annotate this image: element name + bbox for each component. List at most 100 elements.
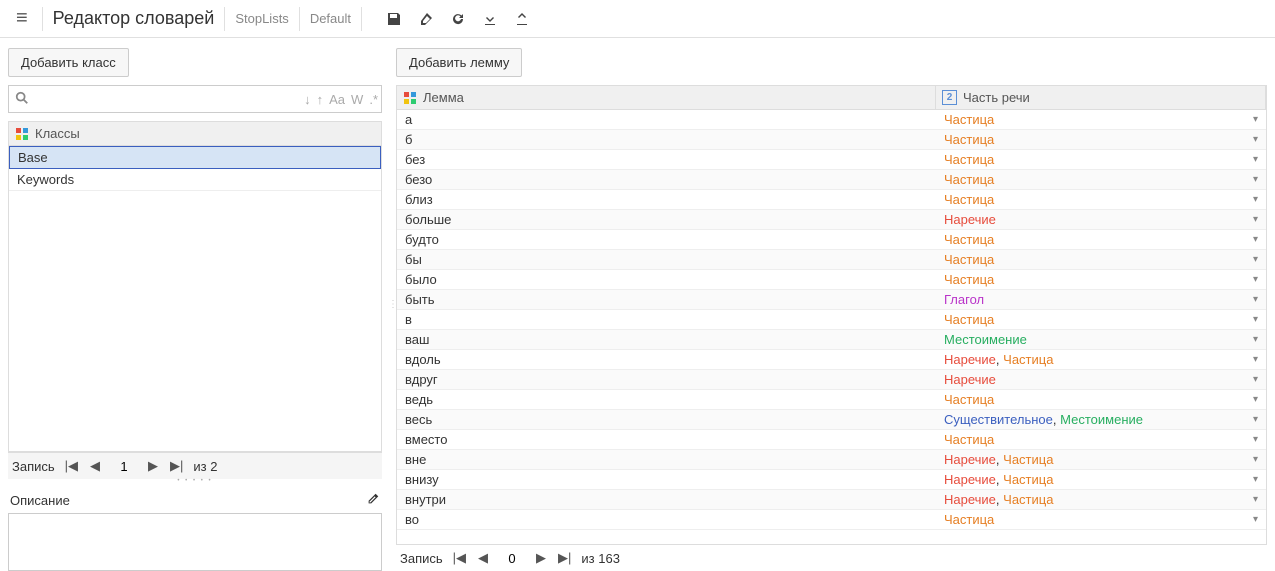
class-item[interactable]: Base — [9, 146, 381, 169]
lemma-row[interactable]: быЧастица▾ — [397, 250, 1266, 270]
chevron-down-icon[interactable]: ▾ — [1253, 454, 1258, 465]
pos-cell[interactable]: Частица▾ — [936, 230, 1266, 249]
description-box[interactable] — [8, 513, 382, 571]
pos-cell[interactable]: Наречие, Частица▾ — [936, 470, 1266, 489]
chevron-down-icon[interactable]: ▾ — [1253, 414, 1258, 425]
chevron-down-icon[interactable]: ▾ — [1253, 174, 1258, 185]
chevron-down-icon[interactable]: ▾ — [1253, 354, 1258, 365]
pager-next-icon[interactable]: ▶ — [146, 458, 160, 474]
pos-cell[interactable]: Наречие▾ — [936, 210, 1266, 229]
pos-cell[interactable]: Частица▾ — [936, 390, 1266, 409]
lemma-row[interactable]: безЧастица▾ — [397, 150, 1266, 170]
case-toggle[interactable]: Aa — [326, 92, 348, 107]
lemma-row[interactable]: весьСуществительное, Местоимение▾ — [397, 410, 1266, 430]
pos-cell[interactable]: Частица▾ — [936, 190, 1266, 209]
pager-current[interactable] — [110, 459, 138, 474]
lemma-row[interactable]: бытьГлагол▾ — [397, 290, 1266, 310]
add-class-button[interactable]: Добавить класс — [8, 48, 129, 77]
pager-prev-icon[interactable]: ◀ — [476, 550, 490, 566]
breadcrumb-item[interactable]: Default — [306, 11, 355, 26]
pos-cell[interactable]: Местоимение▾ — [936, 330, 1266, 349]
lemma-table-header: Лемма 2 Часть речи — [397, 86, 1266, 110]
pager-current[interactable] — [498, 551, 526, 566]
pager-next-icon[interactable]: ▶ — [534, 550, 548, 566]
pos-cell[interactable]: Существительное, Местоимение▾ — [936, 410, 1266, 429]
lemma-row[interactable]: вЧастица▾ — [397, 310, 1266, 330]
lemma-row[interactable]: вдругНаречие▾ — [397, 370, 1266, 390]
edit-icon[interactable] — [366, 492, 380, 509]
lemma-row[interactable]: внизуНаречие, Частица▾ — [397, 470, 1266, 490]
download-icon[interactable] — [474, 3, 506, 35]
chevron-down-icon[interactable]: ▾ — [1253, 274, 1258, 285]
chevron-down-icon[interactable]: ▾ — [1253, 434, 1258, 445]
chevron-down-icon[interactable]: ▾ — [1253, 494, 1258, 505]
lemma-row[interactable]: ведьЧастица▾ — [397, 390, 1266, 410]
pos-cell[interactable]: Частица▾ — [936, 250, 1266, 269]
pager-last-icon[interactable]: ▶| — [556, 550, 573, 566]
pos-cell[interactable]: Частица▾ — [936, 310, 1266, 329]
lemma-row[interactable]: внеНаречие, Частица▾ — [397, 450, 1266, 470]
pos-cell[interactable]: Частица▾ — [936, 110, 1266, 129]
pos-cell[interactable]: Частица▾ — [936, 510, 1266, 529]
erase-icon[interactable] — [410, 3, 442, 35]
pos-cell[interactable]: Наречие, Частица▾ — [936, 490, 1266, 509]
chevron-down-icon[interactable]: ▾ — [1253, 314, 1258, 325]
pager-last-icon[interactable]: ▶| — [168, 458, 185, 474]
lemma-row[interactable]: аЧастица▾ — [397, 110, 1266, 130]
chevron-down-icon[interactable]: ▾ — [1253, 194, 1258, 205]
chevron-down-icon[interactable]: ▾ — [1253, 514, 1258, 525]
sort-up-icon[interactable]: ↑ — [314, 92, 327, 107]
pos-cell[interactable]: Наречие, Частица▾ — [936, 350, 1266, 369]
column-lemma[interactable]: Лемма — [397, 86, 936, 109]
chevron-down-icon[interactable]: ▾ — [1253, 234, 1258, 245]
pos-cell[interactable]: Частица▾ — [936, 270, 1266, 289]
divider — [299, 7, 300, 31]
chevron-down-icon[interactable]: ▾ — [1253, 254, 1258, 265]
page-title: Редактор словарей — [49, 8, 219, 29]
horizontal-resizer[interactable]: • • • • • — [8, 479, 382, 484]
chevron-down-icon[interactable]: ▾ — [1253, 134, 1258, 145]
chevron-down-icon[interactable]: ▾ — [1253, 374, 1258, 385]
class-item[interactable]: Keywords — [9, 169, 381, 191]
lemma-row[interactable]: безоЧастица▾ — [397, 170, 1266, 190]
pager-first-icon[interactable]: |◀ — [63, 458, 80, 474]
lemma-row[interactable]: большеНаречие▾ — [397, 210, 1266, 230]
whole-word-toggle[interactable]: W — [348, 92, 366, 107]
chevron-down-icon[interactable]: ▾ — [1253, 114, 1258, 125]
lemma-row[interactable]: внутриНаречие, Частица▾ — [397, 490, 1266, 510]
lemma-row[interactable]: воЧастица▾ — [397, 510, 1266, 530]
pos-cell[interactable]: Частица▾ — [936, 430, 1266, 449]
chevron-down-icon[interactable]: ▾ — [1253, 154, 1258, 165]
lemma-row[interactable]: вместоЧастица▾ — [397, 430, 1266, 450]
lemma-row[interactable]: будтоЧастица▾ — [397, 230, 1266, 250]
chevron-down-icon[interactable]: ▾ — [1253, 394, 1258, 405]
pos-cell[interactable]: Частица▾ — [936, 130, 1266, 149]
pos-cell[interactable]: Глагол▾ — [936, 290, 1266, 309]
lemma-row[interactable]: бЧастица▾ — [397, 130, 1266, 150]
pos-cell[interactable]: Наречие▾ — [936, 370, 1266, 389]
refresh-icon[interactable] — [442, 3, 474, 35]
chevron-down-icon[interactable]: ▾ — [1253, 474, 1258, 485]
chevron-down-icon[interactable]: ▾ — [1253, 214, 1258, 225]
sort-down-icon[interactable]: ↓ — [301, 92, 314, 107]
lemma-row[interactable]: вашМестоимение▾ — [397, 330, 1266, 350]
upload-icon[interactable] — [506, 3, 538, 35]
chevron-down-icon[interactable]: ▾ — [1253, 294, 1258, 305]
save-icon[interactable] — [378, 3, 410, 35]
lemma-row[interactable]: былоЧастица▾ — [397, 270, 1266, 290]
chevron-down-icon[interactable]: ▾ — [1253, 334, 1258, 345]
lemma-row[interactable]: вдольНаречие, Частица▾ — [397, 350, 1266, 370]
breadcrumb-item[interactable]: StopLists — [231, 11, 292, 26]
pos-cell[interactable]: Наречие, Частица▾ — [936, 450, 1266, 469]
search-input[interactable] — [35, 92, 301, 107]
pos-cell[interactable]: Частица▾ — [936, 150, 1266, 169]
pos-cell[interactable]: Частица▾ — [936, 170, 1266, 189]
menu-icon[interactable]: ≡ — [8, 7, 36, 30]
pager-first-icon[interactable]: |◀ — [451, 550, 468, 566]
lemma-row[interactable]: близЧастица▾ — [397, 190, 1266, 210]
pager-prev-icon[interactable]: ◀ — [88, 458, 102, 474]
column-pos[interactable]: 2 Часть речи — [936, 86, 1266, 109]
regex-toggle[interactable]: .* — [366, 92, 381, 107]
add-lemma-button[interactable]: Добавить лемму — [396, 48, 522, 77]
search-input-wrapper[interactable]: ↓ ↑ Aa W .* — [8, 85, 382, 113]
